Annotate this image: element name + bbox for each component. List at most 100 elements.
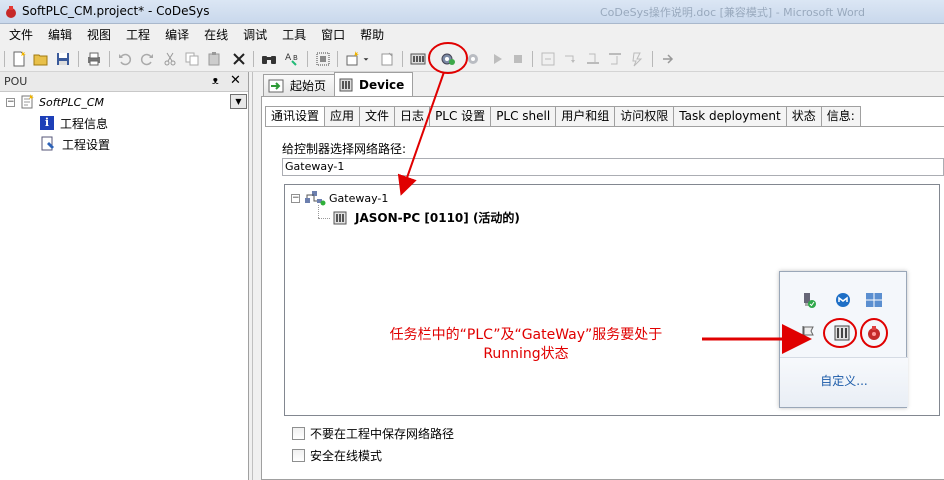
menu-file[interactable]: 文件 xyxy=(3,24,39,46)
tab-status[interactable]: 状态 xyxy=(785,106,822,126)
toolbar-separator xyxy=(109,51,110,67)
network-tree[interactable]: − Gateway-1 JASON-PC [0110] (活动的) 自定义... xyxy=(284,184,940,416)
tab-log[interactable]: 日志 xyxy=(394,106,431,126)
tab-start-page[interactable]: 起始页 xyxy=(263,74,336,96)
menu-online[interactable]: 在线 xyxy=(198,24,234,46)
tree-item-project-settings[interactable]: 工程设置 xyxy=(40,135,110,153)
save-icon[interactable] xyxy=(53,49,73,69)
keyboard-layout-icon[interactable] xyxy=(865,291,883,309)
tab-access-rights[interactable]: 访问权限 xyxy=(614,106,675,126)
project-icon xyxy=(21,94,34,109)
pin-icon[interactable]: ᴥ xyxy=(212,74,219,87)
tab-communication-settings[interactable]: 通讯设置 xyxy=(265,106,326,126)
annotation-line-2: Running状态 xyxy=(483,346,569,362)
annotation-text: 任务栏中的“PLC”及“GateWay”服务要处于 Running状态 xyxy=(296,326,756,364)
replace-icon[interactable]: AB xyxy=(282,49,302,69)
undo-icon[interactable] xyxy=(115,49,135,69)
logout-icon[interactable] xyxy=(463,49,483,69)
document-tabs: 起始页 Device xyxy=(263,72,414,96)
build-dropdown-icon[interactable] xyxy=(361,49,371,69)
no-save-path-label: 不要在工程中保存网络路径 xyxy=(310,427,455,441)
menu-help[interactable]: 帮助 xyxy=(354,24,390,46)
stop-icon[interactable] xyxy=(508,49,528,69)
device-node-label: JASON-PC [0110] (活动的) xyxy=(355,211,520,225)
copy-icon[interactable] xyxy=(182,49,202,69)
tree-connector xyxy=(318,205,319,218)
menu-project[interactable]: 工程 xyxy=(120,24,156,46)
tab-plc-shell[interactable]: PLC shell xyxy=(490,106,557,126)
find-binoculars-icon[interactable] xyxy=(259,49,279,69)
toolbar-separator xyxy=(253,51,254,67)
toolbar-separator xyxy=(402,51,403,67)
step-into-icon[interactable] xyxy=(583,49,603,69)
svg-text:B: B xyxy=(293,54,298,62)
codesys-gateway-tray-icon[interactable] xyxy=(865,324,883,342)
force-values-icon[interactable] xyxy=(627,49,647,69)
plc-device-icon xyxy=(333,211,347,224)
pou-root-label: SoftPLC_CM xyxy=(39,95,105,109)
toolbar-grip xyxy=(4,51,5,67)
breakpoint-icon[interactable] xyxy=(538,49,558,69)
pou-tree-root[interactable]: − SoftPLC_CM xyxy=(6,93,104,111)
menu-window[interactable]: 窗口 xyxy=(315,24,351,46)
flag-action-center-icon[interactable] xyxy=(800,324,818,342)
network-path-field[interactable]: Gateway-1 xyxy=(282,158,944,176)
no-save-path-option[interactable]: 不要在工程中保存网络路径 xyxy=(292,425,454,442)
toolbar-separator xyxy=(337,51,338,67)
background-window-title: CoDeSys操作说明.doc [兼容模式] - Microsoft Word xyxy=(600,6,865,19)
secure-online-option[interactable]: 安全在线模式 xyxy=(292,447,382,464)
collapse-icon[interactable]: − xyxy=(291,193,300,203)
new-file-icon[interactable] xyxy=(9,49,29,69)
usb-device-icon[interactable] xyxy=(800,291,818,309)
annotation-line-1: 任务栏中的“PLC”及“GateWay”服务要处于 xyxy=(389,327,663,343)
tray-customize-link[interactable]: 自定义... xyxy=(780,357,908,407)
open-folder-icon[interactable] xyxy=(31,49,51,69)
menu-debug[interactable]: 调试 xyxy=(237,24,273,46)
collapse-icon[interactable]: − xyxy=(6,97,15,107)
tab-task-deployment[interactable]: Task deployment xyxy=(673,106,787,126)
menu-edit[interactable]: 编辑 xyxy=(42,24,78,46)
tab-applications[interactable]: 应用 xyxy=(324,106,361,126)
tree-node-device[interactable]: JASON-PC [0110] (活动的) xyxy=(333,209,520,226)
paste-icon[interactable] xyxy=(204,49,224,69)
login-gear-icon[interactable] xyxy=(438,49,458,69)
tab-plc-settings[interactable]: PLC 设置 xyxy=(429,106,492,126)
chevron-down-icon[interactable]: ▼ xyxy=(230,94,247,109)
menu-build[interactable]: 编译 xyxy=(159,24,195,46)
delete-icon[interactable] xyxy=(229,49,249,69)
no-save-path-checkbox[interactable] xyxy=(292,427,305,440)
info-icon: i xyxy=(40,116,54,130)
tab-files[interactable]: 文件 xyxy=(359,106,396,126)
tab-users-groups[interactable]: 用户和组 xyxy=(555,106,616,126)
menu-tools[interactable]: 工具 xyxy=(276,24,312,46)
tab-device[interactable]: Device xyxy=(334,72,414,96)
cut-icon[interactable] xyxy=(160,49,180,69)
network-monitor-icon[interactable] xyxy=(834,291,852,309)
tab-information[interactable]: 信息: xyxy=(820,106,861,126)
codesys-plc-tray-icon[interactable] xyxy=(833,324,851,342)
step-out-icon[interactable] xyxy=(605,49,625,69)
toolbar: AB xyxy=(0,46,944,72)
close-icon[interactable]: ✕ xyxy=(230,73,241,88)
secure-online-checkbox[interactable] xyxy=(292,449,305,462)
tree-item-label: 工程设置 xyxy=(62,137,111,152)
tab-label: Device xyxy=(359,77,405,92)
device-icon[interactable] xyxy=(408,49,428,69)
build-icon[interactable] xyxy=(343,49,363,69)
title-bar: SoftPLC_CM.project* - CoDeSys CoDeSys操作说… xyxy=(0,0,944,24)
redo-icon[interactable] xyxy=(137,49,157,69)
device-icon xyxy=(339,78,353,91)
tab-label: 起始页 xyxy=(290,79,327,93)
menu-view[interactable]: 视图 xyxy=(81,24,117,46)
pou-panel-header: POU ᴥ ✕ xyxy=(0,72,248,92)
run-icon[interactable] xyxy=(487,49,507,69)
select-all-icon[interactable] xyxy=(313,49,333,69)
export-icon[interactable] xyxy=(377,49,397,69)
step-over-icon[interactable] xyxy=(561,49,581,69)
window-title: SoftPLC_CM.project* - CoDeSys xyxy=(22,4,210,18)
toolbar-separator xyxy=(652,51,653,67)
tree-item-project-info[interactable]: i 工程信息 xyxy=(40,114,108,132)
write-values-icon[interactable] xyxy=(658,49,678,69)
print-icon[interactable] xyxy=(84,49,104,69)
tree-node-gateway[interactable]: − Gateway-1 xyxy=(291,190,388,206)
